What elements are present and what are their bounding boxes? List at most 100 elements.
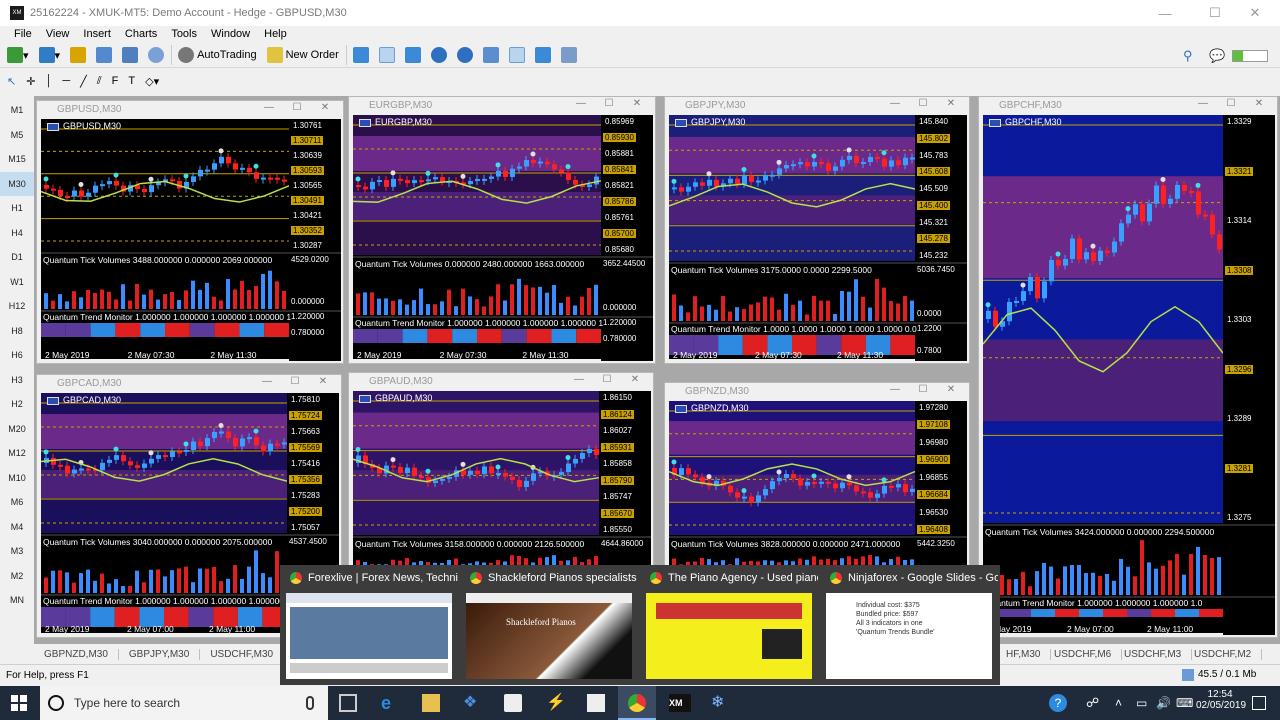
chart-window-1[interactable]: EURGBP,M30 — ☐ ✕ EURGBP,M30 0.85969 0.85930 0.8… [348,96,656,364]
timeframe-m1[interactable]: M1 [0,98,34,123]
chart-maximize-button[interactable]: ☐ [283,102,311,113]
navigator-button[interactable] [93,45,115,65]
timeframe-h8[interactable]: H8 [0,319,34,344]
timeframe-h12[interactable]: H12 [0,294,34,319]
tab-gbpnzd[interactable]: GBPNZD,M30 [34,648,119,660]
chart-window-title[interactable]: GBPAUD,M30 — ☐ ✕ [349,373,653,389]
chart-close-button[interactable]: ✕ [623,98,651,109]
tab-usdchf-m2[interactable]: USDCHF,M2 [1184,648,1263,660]
chart-maximize-button[interactable]: ☐ [595,98,623,109]
text-button[interactable]: T [125,71,138,91]
channel-button[interactable]: ⫽ [94,71,105,91]
timeframe-m5[interactable]: M5 [0,123,34,148]
menu-tools[interactable]: Tools [171,28,197,40]
new-order-button[interactable]: New Order [264,45,342,65]
chart-maximize-button[interactable]: ☐ [1217,98,1245,109]
chart-minimize-button[interactable]: — [567,98,595,109]
autotrading-button[interactable]: AutoTrading [171,45,260,65]
clock[interactable]: 12:54 02/05/2019 [1196,689,1246,711]
chart-window-2[interactable]: GBPJPY,M30 — ☐ ✕ GBPJPY,M30 145.840 145.802 145… [664,96,970,364]
snowflake-app-icon[interactable]: ❄ [711,694,729,712]
chrome-window-thumbnail[interactable]: Forexlive | Forex News, Technic... [282,565,458,685]
mail-icon[interactable] [587,694,605,712]
file-explorer-icon[interactable] [422,694,440,712]
timeframe-m15[interactable]: M15 [0,147,34,172]
microphone-icon[interactable] [306,696,314,710]
menu-window[interactable]: Window [211,28,250,40]
horizontal-line-button[interactable]: ─ [59,71,73,91]
timeframe-h6[interactable]: H6 [0,343,34,368]
chart-maximize-button[interactable]: ☐ [593,374,621,385]
store-icon[interactable] [504,694,522,712]
timeframe-m2[interactable]: M2 [0,564,34,589]
timeframe-d1[interactable]: D1 [0,245,34,270]
chart-close-button[interactable]: ✕ [621,374,649,385]
taskbar-search-box[interactable]: Type here to search [40,686,328,720]
chart-close-button[interactable]: ✕ [937,384,965,395]
profiles-button[interactable]: ▾ [36,45,64,65]
toolbox-button[interactable] [119,45,141,65]
timeframe-h4[interactable]: H4 [0,221,34,246]
autoscroll-button[interactable] [506,45,528,65]
metatrader-taskbar-icon[interactable]: XM [669,694,691,712]
chat-button[interactable]: 💬 [1206,46,1228,66]
menu-view[interactable]: View [46,28,70,40]
timeframe-m12[interactable]: M12 [0,441,34,466]
candlestick-button[interactable] [376,45,398,65]
chart-minimize-button[interactable]: — [565,374,593,385]
chart-maximize-button[interactable]: ☐ [909,384,937,395]
trendline-button[interactable]: ╱ [77,71,90,91]
help-tray-icon[interactable]: ? [1049,694,1067,712]
chart-canvas[interactable]: EURGBP,M30 0.85969 0.85930 0.85881 0.85841 0.… [353,115,653,361]
dropbox-icon[interactable]: ❖ [463,694,481,712]
people-icon[interactable]: ☍ [1086,694,1104,712]
chart-window-title[interactable]: GBPCHF,M30 — ☐ ✕ [979,97,1277,113]
chart-close-button[interactable]: ✕ [309,376,337,387]
timeframe-h2[interactable]: H2 [0,392,34,417]
menu-charts[interactable]: Charts [125,28,157,40]
chart-shift-button[interactable] [532,45,554,65]
timeframe-m30[interactable]: M30 [0,171,34,196]
chart-window-title[interactable]: GBPUSD,M30 — ☐ ✕ [37,101,343,117]
menu-insert[interactable]: Insert [83,28,111,40]
chart-close-button[interactable]: ✕ [311,102,339,113]
fibonacci-button[interactable]: F [109,71,122,91]
chart-window-title[interactable]: GBPCAD,M30 — ☐ ✕ [37,375,341,391]
timeframe-m6[interactable]: M6 [0,490,34,515]
volume-icon[interactable]: 🔊 [1156,694,1174,712]
zoom-in-button[interactable] [428,45,450,65]
windows-start-icon[interactable] [11,695,27,711]
menu-help[interactable]: Help [264,28,287,40]
tile-windows-button[interactable] [480,45,502,65]
keyboard-icon[interactable]: ⌨ [1176,694,1194,712]
timeframe-w1[interactable]: W1 [0,270,34,295]
shapes-button[interactable]: ◇▾ [142,71,162,91]
notifications-icon[interactable] [1252,696,1266,710]
tab-usdchf-m3[interactable]: USDCHF,M3 [1114,648,1193,660]
chart-maximize-button[interactable]: ☐ [281,376,309,387]
chart-window-title[interactable]: GBPJPY,M30 — ☐ ✕ [665,97,969,113]
chrome-window-thumbnail[interactable]: Ninjaforex - Google Slides - Go... Indivi… [822,565,998,685]
indicators-button[interactable] [558,45,580,65]
tab-gbpjpy[interactable]: GBPJPY,M30 [119,648,201,660]
chart-minimize-button[interactable]: — [255,102,283,113]
visual-studio-icon[interactable]: ⚡ [546,694,566,712]
timeframe-m20[interactable]: M20 [0,417,34,442]
chart-canvas[interactable]: GBPCHF,M30 1.3329 1.3321 1.3314 1.3308 1.3303… [983,115,1275,635]
timeframe-m4[interactable]: M4 [0,515,34,540]
chart-maximize-button[interactable]: ☐ [909,98,937,109]
chrome-taskbar-button[interactable] [618,686,656,720]
crosshair-button[interactable]: ✛ [23,71,38,91]
tab-usdchf-m6[interactable]: USDCHF,M6 [1044,648,1123,660]
timeframe-mn[interactable]: MN [0,588,34,613]
edge-icon[interactable]: e [381,694,399,712]
new-chart-button[interactable]: ▾ [4,45,32,65]
chart-canvas[interactable]: GBPJPY,M30 145.840 145.802 145.783 145.608 14… [669,115,967,361]
chart-window-title[interactable]: GBPNZD,M30 — ☐ ✕ [665,383,969,399]
chrome-window-thumbnail[interactable]: The Piano Agency - Used piano... [642,565,818,685]
timeframe-m3[interactable]: M3 [0,539,34,564]
cursor-button[interactable]: ↖ [4,71,19,91]
tray-overflow-icon[interactable]: ˄ [1115,694,1133,712]
chart-minimize-button[interactable]: — [1189,98,1217,109]
chart-minimize-button[interactable]: — [881,98,909,109]
